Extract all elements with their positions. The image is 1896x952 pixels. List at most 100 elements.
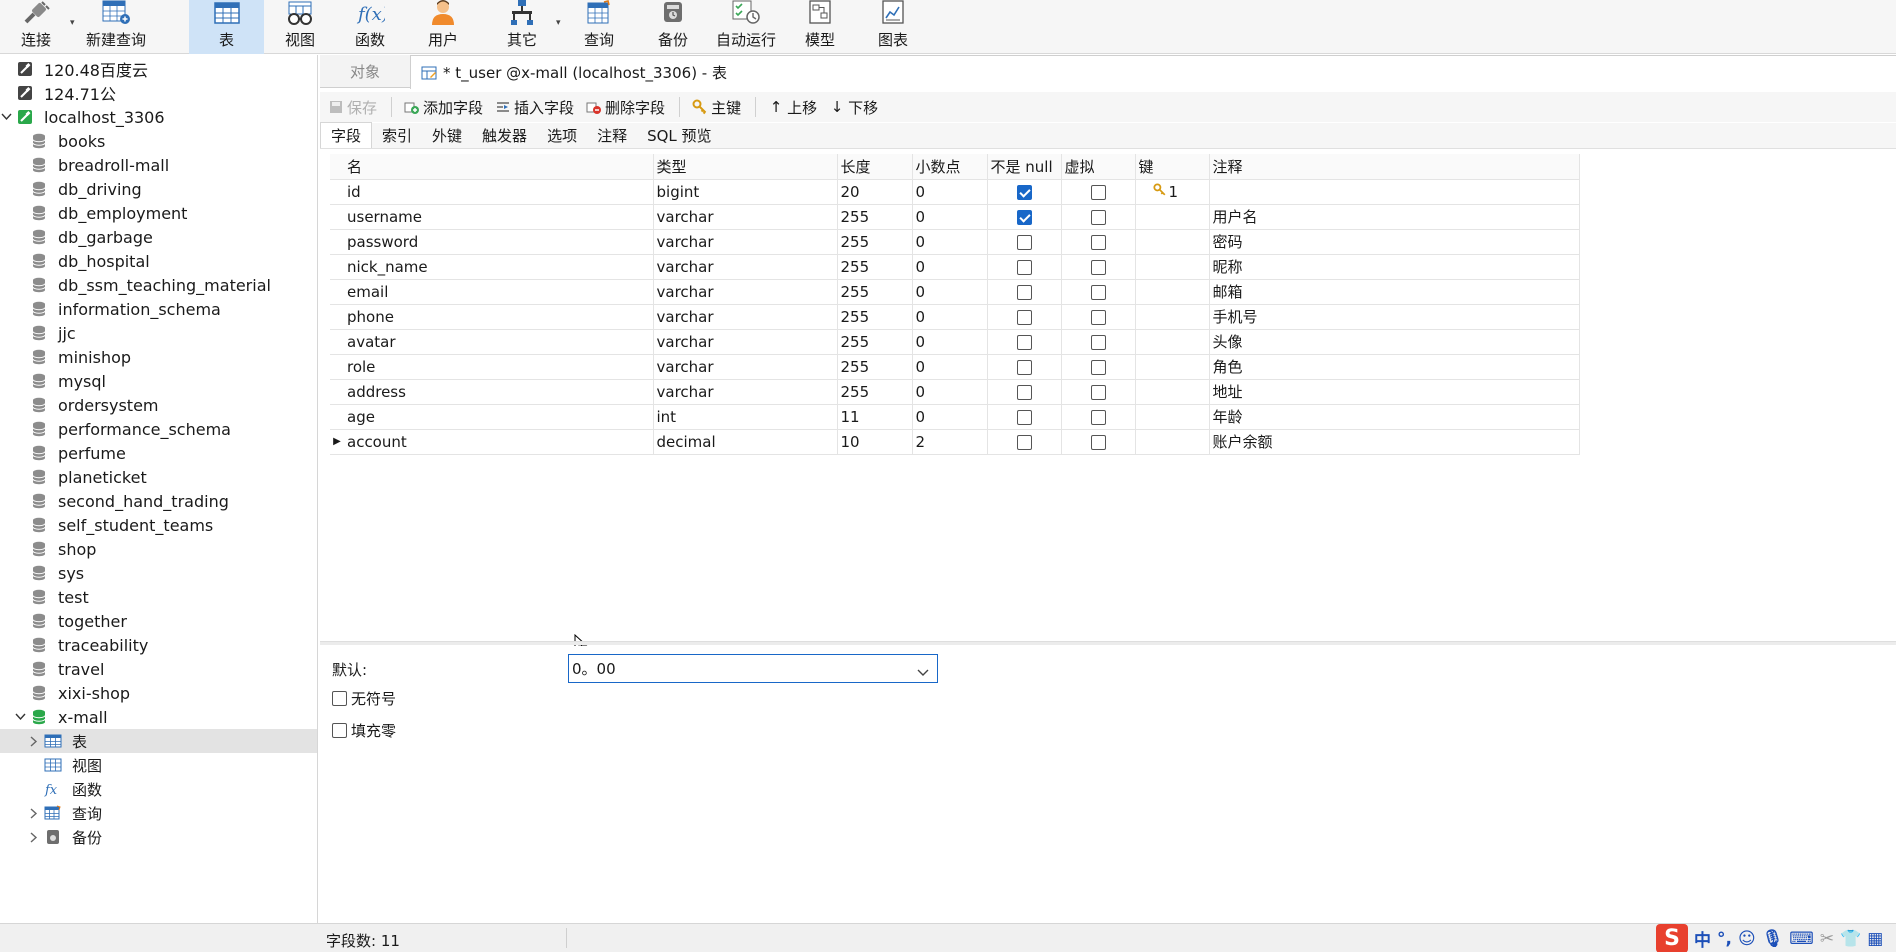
cell-length[interactable]: 255 (837, 379, 913, 405)
cell-name[interactable]: account (344, 429, 654, 455)
tree-connection-2[interactable]: localhost_3306 (0, 105, 317, 129)
cell-length[interactable]: 255 (837, 304, 913, 330)
tree-database-sys[interactable]: sys (0, 561, 317, 585)
tree-database-self_student_teams[interactable]: self_student_teams (0, 513, 317, 537)
cell-comment[interactable]: 昵称 (1209, 254, 1580, 280)
zerofill-checkbox[interactable] (332, 723, 347, 738)
cell-key[interactable] (1135, 204, 1210, 230)
cell-decimals[interactable]: 0 (912, 329, 988, 355)
cell-length[interactable]: 11 (837, 404, 913, 430)
table-row[interactable]: address varchar 255 0 地址 (330, 379, 1580, 405)
cell-key[interactable] (1135, 229, 1210, 255)
cell-comment[interactable]: 年龄 (1209, 404, 1580, 430)
zerofill-option[interactable]: 填充零 (332, 720, 396, 741)
cell-key[interactable] (1135, 279, 1210, 305)
table-row[interactable]: phone varchar 255 0 手机号 (330, 304, 1580, 330)
toolbar-chart-button[interactable]: 图表 (873, 0, 913, 54)
tree-database-traceability[interactable]: traceability (0, 633, 317, 657)
cell-name[interactable]: address (344, 379, 654, 405)
tree-database-breadroll-mall[interactable]: breadroll-mall (0, 153, 317, 177)
table-row[interactable]: avatar varchar 255 0 头像 (330, 329, 1580, 355)
delete-field-button[interactable]: 删除字段 (586, 97, 665, 118)
cell-length[interactable]: 10 (837, 429, 913, 455)
virtual-checkbox[interactable] (1090, 209, 1106, 225)
cell-decimals[interactable]: 0 (912, 254, 988, 280)
cell-type[interactable]: int (653, 404, 838, 430)
cell-decimals[interactable]: 0 (912, 354, 988, 380)
tree-database-perfume[interactable]: perfume (0, 441, 317, 465)
cell-name[interactable]: age (344, 404, 654, 430)
cell-comment[interactable] (1209, 179, 1580, 205)
tree-database-planeticket[interactable]: planeticket (0, 465, 317, 489)
toolbar-model-button[interactable]: 模型 (798, 0, 842, 54)
table-row[interactable]: username varchar 255 0 用户名 (330, 204, 1580, 230)
tree-database-jjc[interactable]: jjc (0, 321, 317, 345)
toolbar-view-button[interactable]: 视图 (280, 0, 320, 54)
cell-type[interactable]: varchar (653, 304, 838, 330)
ime-emoji-icon[interactable]: ☺ (1738, 929, 1756, 949)
ime-skin-icon[interactable]: ✂ (1820, 929, 1834, 949)
cell-name[interactable]: username (344, 204, 654, 230)
chevron-right-icon[interactable] (28, 735, 40, 747)
cell-decimals[interactable]: 0 (912, 304, 988, 330)
cell-type[interactable]: varchar (653, 279, 838, 305)
table-row[interactable]: email varchar 255 0 邮箱 (330, 279, 1580, 305)
save-button[interactable]: 保存 (328, 97, 377, 118)
virtual-checkbox[interactable] (1090, 384, 1106, 400)
virtual-checkbox[interactable] (1090, 334, 1106, 350)
table-row[interactable]: ▶ account decimal 10 2 账户余额 (330, 429, 1580, 455)
cell-length[interactable]: 255 (837, 279, 913, 305)
tree-database-db_ssm_teaching_material[interactable]: db_ssm_teaching_material (0, 273, 317, 297)
sogou-ime-icon[interactable]: S (1656, 924, 1688, 952)
toolbar-query-button[interactable]: 查询 (575, 0, 623, 54)
toolbar-user-button[interactable]: 用户 (422, 0, 464, 54)
cell-type[interactable]: varchar (653, 229, 838, 255)
virtual-checkbox[interactable] (1090, 284, 1106, 300)
cell-comment[interactable]: 地址 (1209, 379, 1580, 405)
subtab-3[interactable]: 触发器 (472, 122, 537, 148)
ime-punctuation-icon[interactable]: °, (1717, 929, 1732, 949)
cell-type[interactable]: varchar (653, 379, 838, 405)
subtab-0[interactable]: 字段 (320, 122, 373, 148)
unsigned-option[interactable]: 无符号 (332, 688, 396, 709)
cell-length[interactable]: 20 (837, 179, 913, 205)
cell-key[interactable] (1135, 404, 1210, 430)
cell-key[interactable] (1135, 379, 1210, 405)
cell-comment[interactable]: 角色 (1209, 354, 1580, 380)
toolbar-new-query-button[interactable]: 新建查询 (80, 0, 152, 54)
table-row[interactable]: role varchar 255 0 角色 (330, 354, 1580, 380)
tree-database-shop[interactable]: shop (0, 537, 317, 561)
tree-connection-0[interactable]: 120.48百度云 (0, 57, 317, 81)
cell-key[interactable] (1135, 329, 1210, 355)
virtual-checkbox[interactable] (1090, 234, 1106, 250)
chevron-down-icon[interactable] (14, 711, 26, 723)
cell-type[interactable]: varchar (653, 329, 838, 355)
cell-type[interactable]: varchar (653, 354, 838, 380)
toolbar-backup-button[interactable]: 备份 (650, 0, 696, 54)
ime-keyboard-icon[interactable]: ⌨ (1789, 929, 1814, 949)
tree-xmall-functions[interactable]: fx 函数 (0, 777, 317, 801)
tree-database-db_driving[interactable]: db_driving (0, 177, 317, 201)
cell-type[interactable]: varchar (653, 204, 838, 230)
toolbar-connect-button[interactable]: 连接 (14, 0, 58, 54)
tree-database-minishop[interactable]: minishop (0, 345, 317, 369)
dropdown-arrow-icon[interactable]: ▾ (70, 18, 75, 28)
cell-key[interactable] (1135, 254, 1210, 280)
cell-key[interactable] (1135, 354, 1210, 380)
tab-objects[interactable]: 对象 (320, 55, 410, 88)
column-header[interactable]: 长度 (837, 154, 913, 180)
table-row[interactable]: id bigint 20 0 1 (330, 179, 1580, 205)
chevron-right-icon[interactable] (28, 831, 40, 843)
cell-comment[interactable]: 用户名 (1209, 204, 1580, 230)
move-up-button[interactable]: ↑ 上移 (768, 97, 817, 118)
cell-decimals[interactable]: 0 (912, 404, 988, 430)
primary-key-button[interactable]: 主键 (692, 97, 741, 118)
tree-database-db_garbage[interactable]: db_garbage (0, 225, 317, 249)
cell-name[interactable]: password (344, 229, 654, 255)
tree-database-mysql[interactable]: mysql (0, 369, 317, 393)
cell-length[interactable]: 255 (837, 254, 913, 280)
toolbar-function-button[interactable]: f(x) 函数 (350, 0, 390, 54)
cell-decimals[interactable]: 2 (912, 429, 988, 455)
not-null-checkbox[interactable] (1016, 384, 1032, 400)
toolbar-table-button[interactable]: 表 (189, 0, 264, 54)
